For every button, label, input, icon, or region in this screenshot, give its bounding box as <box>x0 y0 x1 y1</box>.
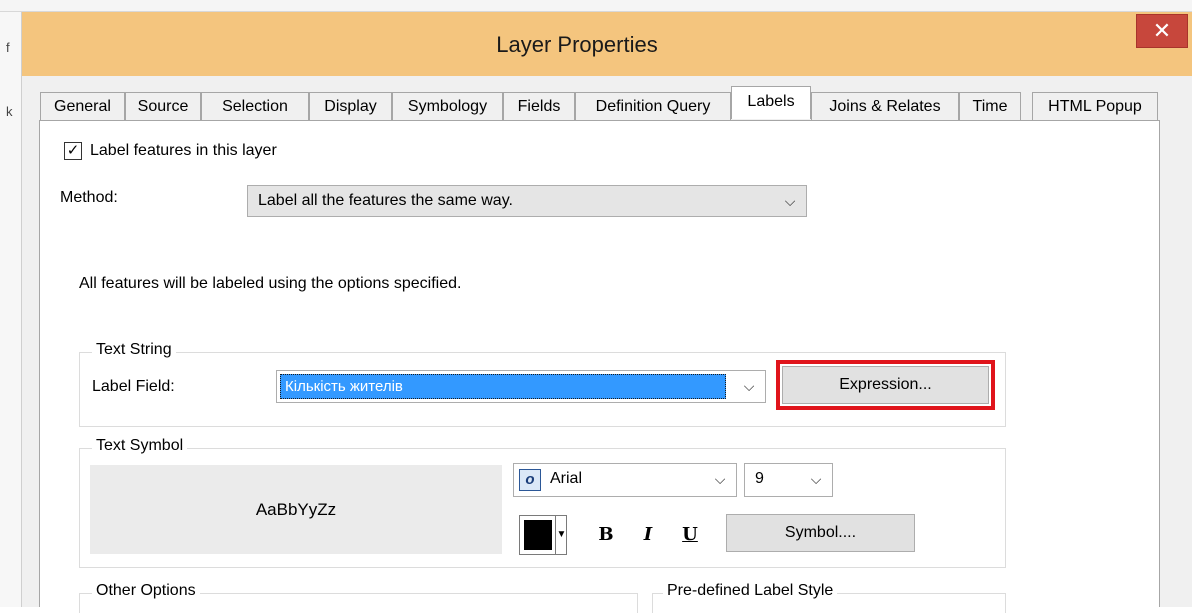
label-field-label: Label Field: <box>92 378 175 395</box>
text-string-legend: Text String <box>92 341 176 359</box>
dropdown-arrow-icon: ▼ <box>555 516 567 554</box>
label-field-value: Кількість жителів <box>280 374 726 399</box>
opentype-font-icon: o <box>519 469 541 491</box>
font-size-select[interactable]: 9 ⌵ <box>744 463 833 497</box>
background-side-strip: f k <box>0 12 22 607</box>
label-features-text: Label features in this layer <box>90 142 277 159</box>
close-button[interactable]: ✕ <box>1136 14 1188 48</box>
predefined-style-legend: Pre-defined Label Style <box>663 582 838 600</box>
color-swatch <box>524 520 552 550</box>
expression-button[interactable]: Expression... <box>782 366 989 404</box>
tab-labels[interactable]: Labels <box>731 86 811 119</box>
label-features-checkbox[interactable]: ✓ <box>64 142 82 160</box>
method-description: All features will be labeled using the o… <box>79 275 462 292</box>
tab-source[interactable]: Source <box>125 92 201 121</box>
text-symbol-preview: AaBbYyZz <box>90 465 502 554</box>
side-glyph: k <box>6 104 13 119</box>
chevron-down-icon: ⌵ <box>714 471 726 487</box>
tab-general[interactable]: General <box>40 92 125 121</box>
tab-fields[interactable]: Fields <box>503 92 575 121</box>
bold-button[interactable]: B <box>591 519 621 551</box>
tab-time[interactable]: Time <box>959 92 1021 121</box>
text-color-picker[interactable]: ▼ <box>519 515 567 555</box>
tab-html-popup[interactable]: HTML Popup <box>1032 92 1158 121</box>
method-label: Method: <box>60 189 118 206</box>
symbol-button[interactable]: Symbol.... <box>726 514 915 552</box>
chevron-down-icon: ⌵ <box>743 378 755 394</box>
underline-button[interactable]: U <box>675 519 705 551</box>
italic-button[interactable]: I <box>633 519 663 551</box>
background-window-strip <box>0 0 1192 12</box>
tab-display[interactable]: Display <box>309 92 392 121</box>
method-select[interactable]: Label all the features the same way. ⌵ <box>247 185 807 217</box>
side-glyph: f <box>6 40 10 55</box>
tab-selection[interactable]: Selection <box>201 92 309 121</box>
font-select[interactable]: Arial ⌵ <box>513 463 737 497</box>
tab-symbology[interactable]: Symbology <box>392 92 503 121</box>
chevron-down-icon: ⌵ <box>810 471 822 487</box>
tab-definition-query[interactable]: Definition Query <box>575 92 731 121</box>
checkmark-icon: ✓ <box>66 142 80 159</box>
chevron-down-icon: ⌵ <box>784 193 796 209</box>
text-symbol-legend: Text Symbol <box>92 437 188 455</box>
other-options-legend: Other Options <box>92 582 200 600</box>
tab-joins-relates[interactable]: Joins & Relates <box>811 92 959 121</box>
close-icon: ✕ <box>1152 18 1172 43</box>
window-title: Layer Properties <box>496 32 658 57</box>
